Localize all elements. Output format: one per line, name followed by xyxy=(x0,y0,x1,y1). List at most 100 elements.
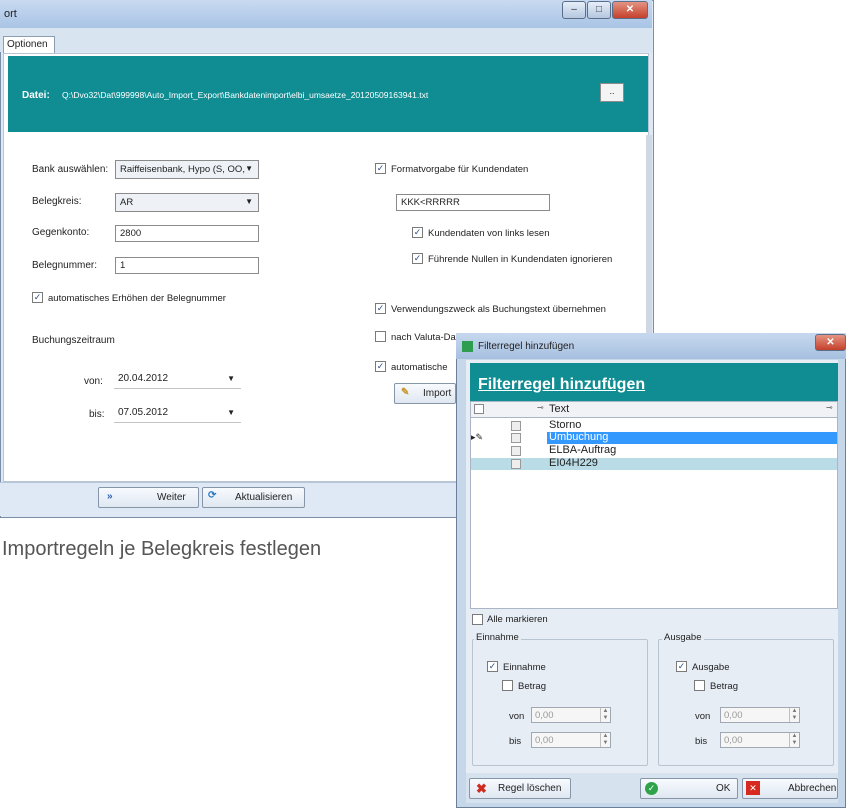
row-text: EI04H229 xyxy=(549,457,598,469)
ok-label: OK xyxy=(716,783,731,794)
einnahme-von-input[interactable]: 0,00 ▲ ▼ xyxy=(531,707,611,723)
ausgabe-checkbox-label: Ausgabe xyxy=(692,662,730,673)
automatische-checkbox[interactable]: ✓ xyxy=(375,361,386,372)
aktualisieren-button-label: Aktualisieren xyxy=(235,492,293,503)
belegnummer-input[interactable]: 1 xyxy=(115,257,259,274)
regel-loeschen-button[interactable]: ✖ Regel löschen xyxy=(469,778,571,799)
weiter-button[interactable]: » Weiter xyxy=(98,487,199,508)
einnahme-bis-input[interactable]: 0,00 ▲ ▼ xyxy=(531,732,611,748)
grid-options-icon[interactable] xyxy=(474,404,484,414)
minimize-button[interactable]: – xyxy=(562,1,586,19)
einnahme-betrag-checkbox[interactable] xyxy=(502,680,513,691)
einnahme-bis-label: bis xyxy=(509,736,522,747)
bank-label: Bank auswählen: xyxy=(32,164,109,175)
grid-row[interactable]: ELBA-Auftrag xyxy=(471,444,837,457)
ok-button[interactable]: ✓ OK xyxy=(640,778,738,799)
maximize-button[interactable]: □ xyxy=(587,1,611,19)
cancel-icon: ✕ xyxy=(746,781,760,795)
verwendungszweck-checkbox[interactable]: ✓ xyxy=(375,303,386,314)
einnahme-checkbox-label: Einnahme xyxy=(503,662,546,673)
import-button[interactable]: ✎ Import xyxy=(394,383,456,404)
row-checkbox[interactable] xyxy=(511,446,521,456)
grid-row[interactable]: EI04H229 xyxy=(471,457,837,470)
bis-date-picker[interactable]: 07.05.2012 ▼ xyxy=(114,405,241,423)
grid-row[interactable]: Storno xyxy=(471,419,837,432)
grid-row-selected[interactable]: ▸✎ Umbuchung xyxy=(471,431,837,444)
ausgabe-bis-value: 0,00 xyxy=(724,735,743,746)
spinner-icon[interactable]: ▲ ▼ xyxy=(600,708,610,722)
auto-increment-label: automatisches Erhöhen der Belegnummer xyxy=(48,293,226,304)
nullen-label: Führende Nullen in Kundendaten ignoriere… xyxy=(428,254,613,265)
dialog-close-button[interactable]: ✕ xyxy=(815,334,846,351)
app-icon xyxy=(462,341,473,352)
einnahme-bis-value: 0,00 xyxy=(535,735,554,746)
einnahme-von-label: von xyxy=(509,711,525,722)
row-checkbox[interactable] xyxy=(511,459,521,469)
ausgabe-betrag-label: Betrag xyxy=(710,681,738,692)
von-date-value: 20.04.2012 xyxy=(118,373,169,384)
nullen-checkbox[interactable]: ✓ xyxy=(412,253,423,264)
caption-text: Importregeln je Belegkreis festlegen xyxy=(2,538,322,560)
alle-markieren-label: Alle markieren xyxy=(487,614,548,625)
von-date-picker[interactable]: 20.04.2012 ▼ xyxy=(114,371,241,389)
tab-optionen[interactable]: Optionen xyxy=(3,36,55,54)
chevron-down-icon: ▼ xyxy=(227,374,235,383)
ausgabe-group-title: Ausgabe xyxy=(662,632,704,643)
row-text: ELBA-Auftrag xyxy=(549,444,617,456)
links-lesen-checkbox[interactable]: ✓ xyxy=(412,227,423,238)
einnahme-group-title: Einnahme xyxy=(474,632,521,643)
spinner-icon[interactable]: ▲ ▼ xyxy=(789,708,799,722)
weiter-button-label: Weiter xyxy=(157,492,186,503)
format-label: Formatvorgabe für Kundendaten xyxy=(391,164,529,175)
row-text: Umbuchung xyxy=(549,431,609,443)
file-label: Datei: xyxy=(22,90,50,101)
regel-loeschen-label: Regel löschen xyxy=(498,783,562,794)
row-checkbox[interactable] xyxy=(511,433,521,443)
abbrechen-label: Abbrechen xyxy=(788,783,837,794)
bank-select-value: Raiffeisenbank, Hypo (S, OO, xyxy=(120,164,245,175)
valuta-checkbox[interactable] xyxy=(375,331,386,342)
automatische-label: automatische xyxy=(391,362,448,373)
format-checkbox[interactable]: ✓ xyxy=(375,163,386,174)
import-icon: ✎ xyxy=(401,387,410,398)
browse-button[interactable]: .. xyxy=(600,83,624,102)
column-header-text[interactable]: Text xyxy=(549,403,569,415)
ausgabe-von-input[interactable]: 0,00 ▲ ▼ xyxy=(720,707,800,723)
file-path: Q:\Dvo32\Dat\999998\Auto_Import_Export\B… xyxy=(62,90,429,100)
belegkreis-select[interactable]: AR ▼ xyxy=(115,193,259,212)
pin-icon[interactable]: ⊸ xyxy=(537,403,544,412)
abbrechen-button[interactable]: ✕ Abbrechen xyxy=(742,778,838,799)
close-button[interactable]: ✕ xyxy=(612,1,648,19)
main-titlebar: – □ ✕ xyxy=(0,0,652,28)
ausgabe-bis-input[interactable]: 0,00 ▲ ▼ xyxy=(720,732,800,748)
chevron-down-icon: ▼ xyxy=(245,197,253,206)
format-input[interactable]: KKK<RRRRR xyxy=(396,194,550,211)
alle-markieren-checkbox[interactable] xyxy=(472,614,483,625)
spinner-icon[interactable]: ▲ ▼ xyxy=(600,733,610,747)
delete-x-icon: ✖ xyxy=(476,781,487,796)
ausgabe-von-value: 0,00 xyxy=(724,710,743,721)
spinner-icon[interactable]: ▲ ▼ xyxy=(789,733,799,747)
pin-icon[interactable]: ⊸ xyxy=(826,403,833,412)
gegenkonto-input[interactable]: 2800 xyxy=(115,225,259,242)
ausgabe-bis-label: bis xyxy=(695,736,708,747)
double-arrow-right-icon: » xyxy=(107,491,113,502)
chevron-down-icon: ▼ xyxy=(227,408,235,417)
einnahme-checkbox[interactable]: ✓ xyxy=(487,661,498,672)
aktualisieren-button[interactable]: ⟳ Aktualisieren xyxy=(202,487,305,508)
belegkreis-label: Belegkreis: xyxy=(32,196,82,207)
ausgabe-von-label: von xyxy=(695,711,711,722)
links-lesen-label: Kundendaten von links lesen xyxy=(428,228,550,239)
dialog-heading: Filterregel hinzufügen xyxy=(478,376,646,393)
row-edit-pencil-icon: ▸✎ xyxy=(471,432,484,442)
row-checkbox[interactable] xyxy=(511,421,521,431)
bank-select[interactable]: Raiffeisenbank, Hypo (S, OO, ▼ xyxy=(115,160,259,179)
ausgabe-checkbox[interactable]: ✓ xyxy=(676,661,687,672)
einnahme-von-value: 0,00 xyxy=(535,710,554,721)
bis-label: bis: xyxy=(89,409,105,420)
import-button-label: Import xyxy=(423,388,452,399)
auto-increment-checkbox[interactable]: ✓ xyxy=(32,292,43,303)
einnahme-betrag-label: Betrag xyxy=(518,681,546,692)
buchungszeitraum-label: Buchungszeitraum xyxy=(32,335,115,346)
ausgabe-betrag-checkbox[interactable] xyxy=(694,680,705,691)
